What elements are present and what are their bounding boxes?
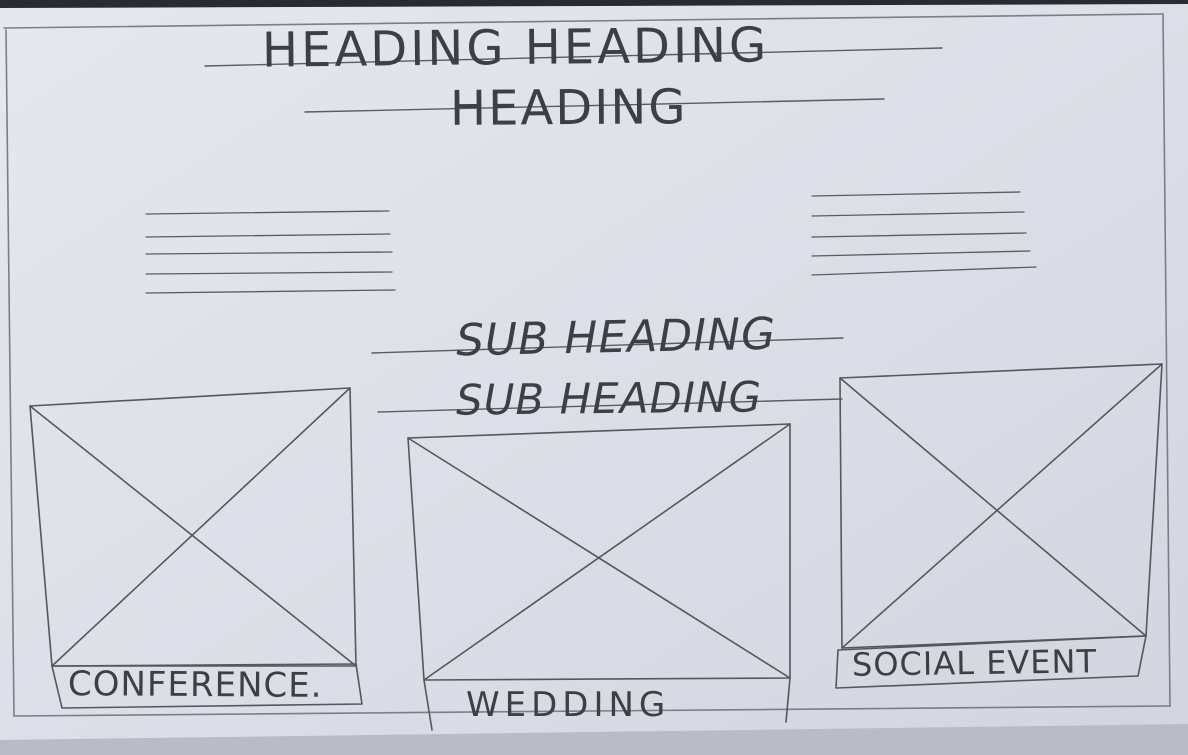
conference-caption: CONFERENCE. (67, 664, 323, 706)
wedding-caption: WEDDING (466, 685, 671, 725)
social-event-caption: SOCIAL EVENT (851, 642, 1098, 684)
subheading-line-2: SUB HEADING (455, 372, 763, 425)
wireframe-sketch-photo: HEADING HEADING HEADING SUB HEADING SUB … (0, 0, 1188, 755)
subheading-line-1: SUB HEADING (455, 308, 777, 367)
page-heading-line-1: HEADING HEADING (261, 17, 770, 79)
page-heading-line-2: HEADING (449, 79, 688, 137)
